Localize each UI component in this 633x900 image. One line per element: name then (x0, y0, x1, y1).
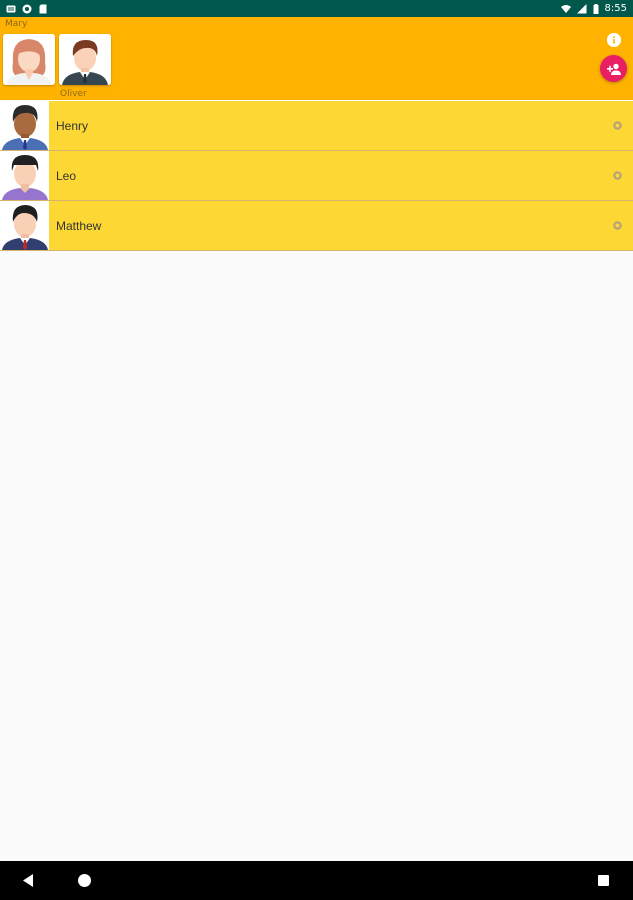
status-bar: 8:55 (0, 0, 633, 17)
add-person-button[interactable] (600, 55, 627, 82)
info-icon (607, 33, 621, 47)
list-item-label: Matthew (56, 218, 102, 233)
selected-people-header: Mary Oliver (0, 17, 633, 100)
grip-icon[interactable] (613, 221, 622, 230)
recents-icon[interactable] (598, 875, 609, 886)
battery-icon (593, 3, 599, 14)
circle-app-icon (22, 4, 32, 14)
list-item-label: Henry (56, 118, 89, 133)
sd-card-icon (38, 4, 48, 14)
list-item-leo[interactable]: Leo (0, 151, 633, 201)
man-suit-avatar-icon (59, 34, 111, 85)
status-bar-right: 8:55 (560, 3, 627, 14)
avatar (0, 151, 49, 200)
system-nav-bar (0, 861, 633, 900)
person-name-oliver: Oliver (60, 89, 87, 99)
tie-man-avatar-icon (0, 201, 49, 250)
woman-avatar-icon (3, 34, 55, 85)
person-name-mary: Mary (5, 19, 28, 29)
person-card-mary[interactable] (3, 34, 55, 85)
list-item-henry[interactable]: Henry (0, 101, 633, 151)
info-button[interactable] (607, 33, 621, 47)
avatar (0, 201, 49, 250)
home-icon[interactable] (78, 874, 91, 887)
grip-icon[interactable] (613, 171, 622, 180)
add-person-icon (606, 63, 621, 75)
back-icon[interactable] (21, 873, 35, 888)
status-time: 8:55 (604, 3, 627, 14)
purple-shirt-man-avatar-icon (0, 151, 49, 200)
wifi-icon (560, 4, 571, 14)
dark-skin-man-avatar-icon (0, 101, 49, 150)
list-item-label: Leo (56, 168, 77, 183)
status-bar-left (6, 4, 48, 14)
list-item-matthew[interactable]: Matthew (0, 201, 633, 251)
signal-icon (576, 3, 587, 14)
grip-icon[interactable] (613, 121, 622, 130)
notification-icon (6, 4, 16, 14)
people-list: Henry Leo Matthew (0, 101, 633, 251)
avatar (0, 101, 49, 150)
person-card-oliver[interactable] (59, 34, 111, 85)
